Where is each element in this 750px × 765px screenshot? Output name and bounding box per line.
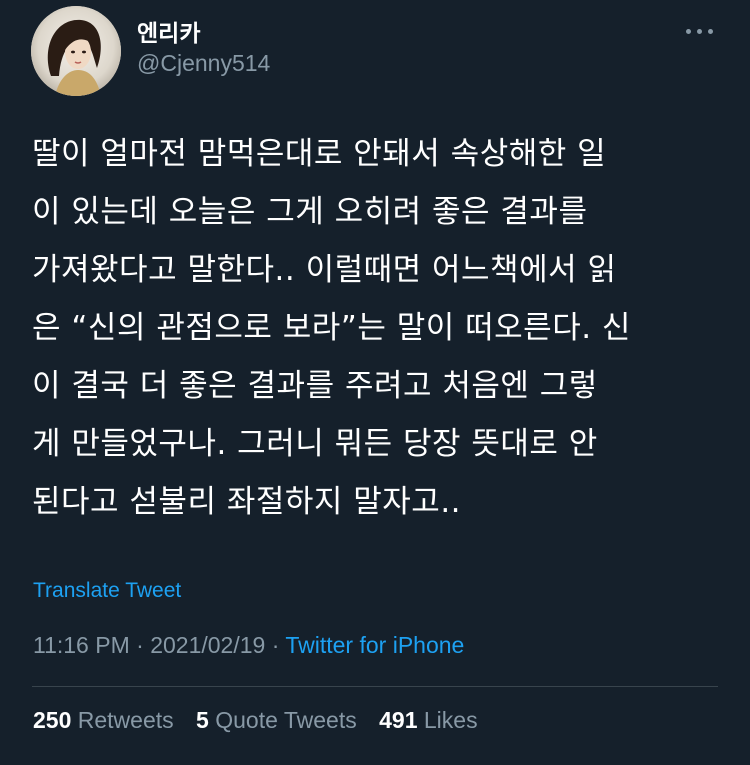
meta-separator: ·	[129, 632, 151, 658]
tweet-text-line: 가져왔다고 말한다.. 이럴때면 어느책에서 읽	[32, 252, 617, 288]
retweets-stat[interactable]: 250 Retweets	[33, 707, 174, 734]
tweet-detail: 엔리카 @Cjenny514 딸이 얼마전 맘먹은대로 안돼서 속상해한 일 이…	[0, 0, 750, 765]
tweet-text-line: 딸이 얼마전 맘먹은대로 안돼서 속상해한 일	[32, 136, 607, 172]
meta-separator: ·	[265, 632, 286, 658]
engagement-stats: 250 Retweets 5 Quote Tweets 491 Likes	[33, 707, 494, 734]
tweet-text-line: 이 있는데 오늘은 그게 오히려 좋은 결과를	[32, 194, 588, 230]
retweets-count: 250	[33, 707, 72, 733]
likes-stat[interactable]: 491 Likes	[379, 707, 477, 734]
translate-tweet-link[interactable]: Translate Tweet	[33, 579, 181, 603]
retweets-label: Retweets	[77, 707, 174, 733]
tweet-text-line: 이 결국 더 좋은 결과를 주려고 처음엔 그렇	[32, 368, 598, 404]
tweet-meta: 11:16 PM · 2021/02/19 · Twitter for iPho…	[33, 632, 464, 659]
tweet-text-line: 된다고 섣불리 좌절하지 말자고..	[32, 484, 462, 520]
tweet-text: 딸이 얼마전 맘먹은대로 안돼서 속상해한 일 이 있는데 오늘은 그게 오히려…	[32, 125, 722, 531]
display-name[interactable]: 엔리카	[137, 14, 200, 48]
quote-tweets-count: 5	[196, 707, 209, 733]
tweet-text-line: 은 “신의 관점으로 보라”는 말이 떠오른다. 신	[32, 310, 631, 346]
tweet-text-line: 게 만들었구나. 그러니 뭐든 당장 뜻대로 안	[32, 426, 598, 462]
avatar[interactable]	[31, 6, 121, 96]
tweet-source-link[interactable]: Twitter for iPhone	[285, 632, 464, 658]
tweet-time: 11:16 PM	[33, 632, 130, 658]
quote-tweets-label: Quote Tweets	[215, 707, 357, 733]
likes-count: 491	[379, 707, 418, 733]
likes-label: Likes	[423, 707, 478, 733]
divider	[32, 686, 718, 687]
profile-photo-icon	[31, 6, 121, 96]
quote-tweets-stat[interactable]: 5 Quote Tweets	[196, 707, 357, 734]
user-handle[interactable]: @Cjenny514	[137, 50, 270, 77]
more-horizontal-icon[interactable]	[680, 21, 720, 41]
tweet-date[interactable]: 2021/02/19	[150, 632, 265, 658]
